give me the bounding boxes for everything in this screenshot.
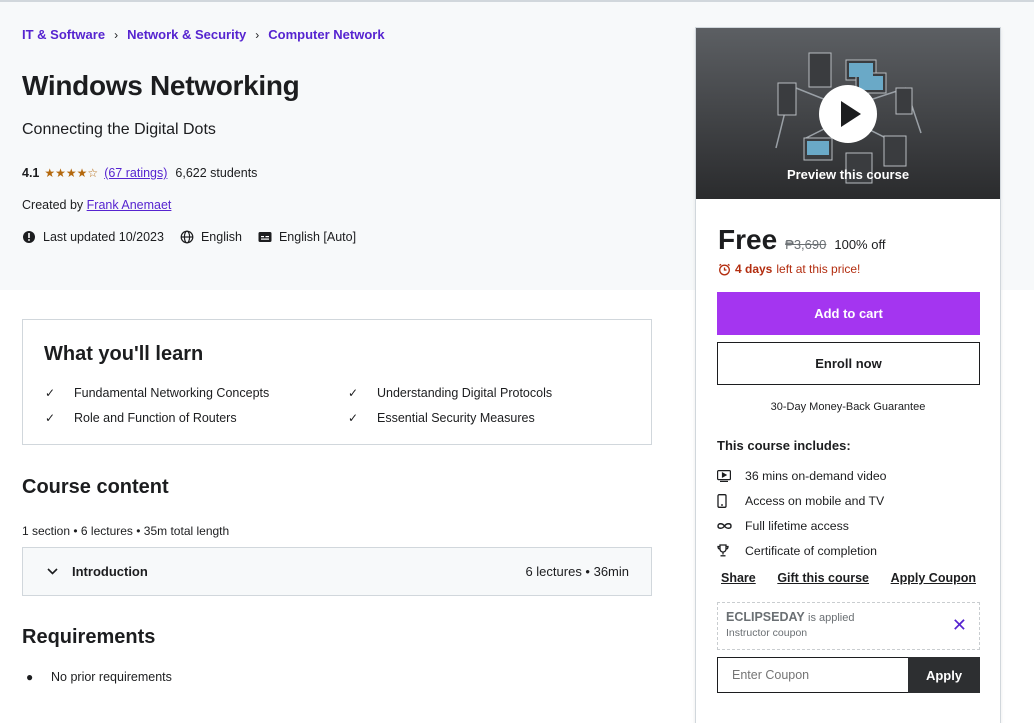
original-price: ₱3,690 xyxy=(785,237,827,252)
mobile-icon xyxy=(717,494,745,509)
discount-percent: 100% off xyxy=(834,237,886,252)
section-meta: 6 lectures • 36min xyxy=(525,564,629,579)
alarm-clock-icon xyxy=(719,263,730,275)
apply-coupon-button[interactable]: Apply xyxy=(908,657,980,693)
current-price: Free xyxy=(718,224,778,255)
language-text: English xyxy=(200,230,242,244)
applied-coupon: ECLIPSEDAY is applied Instructor coupon … xyxy=(717,602,980,650)
requirements-title: Requirements xyxy=(22,626,156,648)
section-title: Introduction xyxy=(72,564,148,579)
coupon-input[interactable] xyxy=(717,657,909,693)
learn-item-text: Fundamental Networking Concepts xyxy=(74,386,270,400)
learn-item-text: Role and Function of Routers xyxy=(74,411,237,425)
list-item: ✓ Understanding Digital Protocols xyxy=(348,386,552,400)
breadcrumb-it-software[interactable]: IT & Software xyxy=(22,27,105,42)
what-youll-learn: What you'll learn ✓ Fundamental Networki… xyxy=(22,319,652,445)
infinity-icon xyxy=(717,522,745,530)
include-mobile-text: Access on mobile and TV xyxy=(745,494,885,509)
course-title: Windows Networking xyxy=(22,70,300,101)
course-preview[interactable]: Preview this course xyxy=(696,28,1000,199)
include-certificate-text: Certificate of completion xyxy=(745,543,877,558)
section-introduction[interactable]: Introduction 6 lectures • 36min xyxy=(22,547,652,596)
learn-title: What you'll learn xyxy=(44,343,204,365)
learn-item-text: Essential Security Measures xyxy=(377,411,535,425)
breadcrumb: IT & Software › Network & Security › Com… xyxy=(22,27,385,42)
check-icon: ✓ xyxy=(45,386,56,400)
list-item: Certificate of completion xyxy=(717,538,887,563)
chevron-down-icon xyxy=(47,568,58,575)
list-item: ✓ Role and Function of Routers xyxy=(45,411,237,425)
preview-label[interactable]: Preview this course xyxy=(696,167,1000,182)
globe-icon xyxy=(180,230,194,244)
includes-title: This course includes: xyxy=(717,438,851,453)
captions: English [Auto] xyxy=(258,230,356,244)
list-item: Full lifetime access xyxy=(717,514,887,539)
course-subtitle: Connecting the Digital Dots xyxy=(22,121,216,138)
gift-course-link[interactable]: Gift this course xyxy=(777,571,869,585)
course-content-meta: 1 section • 6 lectures • 35m total lengt… xyxy=(22,524,230,538)
created-by-label: Created by xyxy=(22,198,84,212)
list-item: ✓ Fundamental Networking Concepts xyxy=(45,386,269,400)
includes-list: 36 mins on-demand video Access on mobile… xyxy=(717,464,887,563)
add-to-cart-button[interactable]: Add to cart xyxy=(717,292,980,335)
chevron-right-icon: › xyxy=(114,27,119,42)
list-item: Access on mobile and TV xyxy=(717,489,887,514)
creator-row: Created by Frank Anemaet xyxy=(22,198,171,212)
rating-value: 4.1 xyxy=(22,166,40,180)
timer-text: left at this price! xyxy=(776,262,861,276)
coupon-code: ECLIPSEDAY xyxy=(726,610,805,624)
check-icon: ✓ xyxy=(45,411,56,425)
check-icon: ✓ xyxy=(348,386,359,400)
breadcrumb-network-security[interactable]: Network & Security xyxy=(127,27,246,42)
instructor-link[interactable]: Frank Anemaet xyxy=(87,198,172,212)
requirement-text: No prior requirements xyxy=(51,670,172,684)
course-content-title: Course content xyxy=(22,476,169,498)
coupon-applied-text: is applied xyxy=(808,612,855,624)
ratings-count-link[interactable]: (67 ratings) xyxy=(104,166,167,180)
play-icon[interactable] xyxy=(819,85,877,143)
alert-badge-icon xyxy=(23,231,35,243)
enroll-now-button[interactable]: Enroll now xyxy=(717,342,980,385)
price-row: Free ₱3,690 100% off xyxy=(718,224,885,256)
captions-text: English [Auto] xyxy=(278,230,357,244)
apply-coupon-link[interactable]: Apply Coupon xyxy=(891,571,976,585)
bullet-icon: ● xyxy=(26,670,34,684)
chevron-right-icon: › xyxy=(255,27,260,42)
list-item: ● No prior requirements xyxy=(26,670,172,684)
card-links: Share Gift this course Apply Coupon xyxy=(717,571,980,585)
check-icon: ✓ xyxy=(348,411,359,425)
close-icon[interactable]: ✕ xyxy=(952,615,967,636)
rating-row: 4.1 ★★★★☆ (67 ratings) 6,622 students xyxy=(22,166,257,180)
learn-item-text: Understanding Digital Protocols xyxy=(377,386,553,400)
student-count: 6,622 students xyxy=(175,166,258,180)
list-item: ✓ Essential Security Measures xyxy=(348,411,535,425)
video-icon xyxy=(717,470,745,483)
deal-timer: 4 days left at this price! xyxy=(718,262,860,276)
breadcrumb-computer-network[interactable]: Computer Network xyxy=(268,27,384,42)
list-item: 36 mins on-demand video xyxy=(717,464,887,489)
coupon-type: Instructor coupon xyxy=(726,627,808,639)
include-video-text: 36 mins on-demand video xyxy=(745,469,887,484)
timer-days: 4 days xyxy=(735,262,773,276)
share-link[interactable]: Share xyxy=(721,571,756,585)
purchase-card: Preview this course Free ₱3,690 100% off… xyxy=(695,27,1001,723)
closed-captions-icon xyxy=(258,232,272,242)
coupon-code-line: ECLIPSEDAY is applied xyxy=(726,610,971,624)
last-updated-text: Last updated 10/2023 xyxy=(43,230,164,244)
course-meta: Last updated 10/2023 English English [Au… xyxy=(22,230,372,244)
trophy-icon xyxy=(717,544,745,557)
language: English xyxy=(180,230,242,244)
money-back-guarantee: 30-Day Money-Back Guarantee xyxy=(770,401,926,413)
include-lifetime-text: Full lifetime access xyxy=(745,518,849,533)
star-rating-icon: ★★★★☆ xyxy=(44,166,99,180)
last-updated: Last updated 10/2023 xyxy=(22,230,164,244)
